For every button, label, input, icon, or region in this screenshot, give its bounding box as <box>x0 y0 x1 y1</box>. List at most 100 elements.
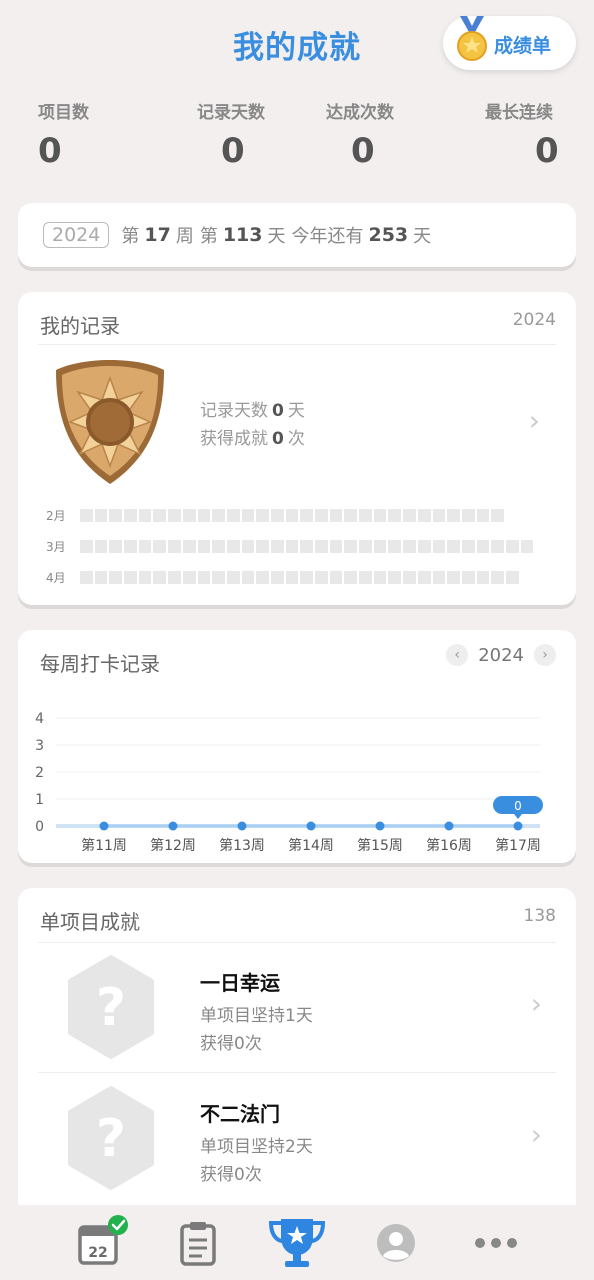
day-cell <box>182 539 196 553</box>
x-tick-label: 第14周 <box>288 837 334 854</box>
tab-clipboard[interactable] <box>170 1205 226 1280</box>
data-point <box>444 821 454 831</box>
y-tick-label: 1 <box>35 792 44 808</box>
achievement-item[interactable]: ? 不二法门 单项目坚持2天 获得0次 › <box>38 1074 556 1204</box>
day-cell <box>80 570 93 584</box>
chevron-right-icon[interactable]: › <box>531 1118 542 1151</box>
day-cell <box>359 508 372 522</box>
day-cell <box>212 539 225 553</box>
stat-label: 最长连续 <box>485 103 553 123</box>
day-grid <box>80 539 534 553</box>
report-card-button[interactable]: 成绩单 <box>443 16 576 70</box>
day-cell <box>315 570 328 584</box>
day-cell <box>417 570 431 584</box>
day-cell <box>241 570 255 584</box>
achievement-count: 138 <box>523 906 556 926</box>
day-cell <box>403 508 416 522</box>
data-point <box>306 821 316 831</box>
remain-number: 253 <box>368 224 409 246</box>
svg-text:?: ? <box>96 978 126 1038</box>
day-cell <box>315 508 328 522</box>
day-cell <box>373 539 387 553</box>
chevron-right-icon[interactable]: › <box>529 404 540 437</box>
day-cell <box>124 570 137 584</box>
stat-label: 记录天数 <box>197 103 265 123</box>
day-cell <box>432 570 446 584</box>
day-grid <box>80 508 504 522</box>
day-cell <box>359 539 372 553</box>
day-cell <box>270 570 284 584</box>
day-cell <box>138 539 152 553</box>
day-cell <box>94 508 108 522</box>
tab-profile[interactable] <box>368 1205 424 1280</box>
day-cell <box>491 508 504 522</box>
value-bubble-label: 0 <box>514 799 522 813</box>
data-point <box>168 821 178 831</box>
day-cell <box>505 570 519 584</box>
day-cell <box>138 570 152 584</box>
report-card-label: 成绩单 <box>494 35 552 57</box>
day-cell <box>476 570 490 584</box>
day-cell <box>212 570 225 584</box>
stat-label: 项目数 <box>38 103 89 123</box>
day-cell <box>124 508 137 522</box>
month-label: 2月 <box>46 508 66 523</box>
week-number: 17 <box>144 224 171 246</box>
data-point <box>513 821 523 831</box>
achievement-desc: 单项目坚持2天 <box>200 1137 313 1157</box>
divider <box>38 1072 556 1073</box>
day-cell <box>153 539 167 553</box>
day-cell <box>197 508 211 522</box>
month-row-feb: 2月 <box>46 508 504 523</box>
card-title: 我的记录 <box>40 314 120 338</box>
tab-achievements[interactable] <box>265 1205 329 1280</box>
day-info-card: 2024 第 17 周 第 113 天 今年还有 253 天 <box>18 203 576 267</box>
calendar-day: 22 <box>88 1245 107 1261</box>
day-cell <box>168 508 181 522</box>
day-cell <box>388 570 402 584</box>
record-ach-line: 获得成就 0 次 <box>200 425 305 453</box>
day-cell <box>168 539 181 553</box>
tab-more[interactable] <box>468 1205 524 1280</box>
y-tick-label: 4 <box>35 711 44 727</box>
day-number: 113 <box>222 224 263 246</box>
record-ach-unit: 次 <box>287 429 305 449</box>
day-cell <box>80 508 93 522</box>
day-suffix: 天 <box>267 226 286 247</box>
data-point <box>375 821 385 831</box>
my-record-card[interactable]: 我的记录 2024 记录天数 0 天 获得成就 0 次 › 2月 3月 4月 <box>18 292 576 605</box>
card-title: 单项目成就 <box>40 910 140 934</box>
day-cell <box>329 508 343 522</box>
weekly-record-card: 每周打卡记录 ‹ 2024 › 0 1 2 3 4 第11周 第12周 第13周 第14周 第15… <box>18 630 576 863</box>
avatar-icon <box>377 1223 415 1262</box>
x-tick-label: 第16周 <box>426 837 472 854</box>
day-prefix: 第 <box>199 226 218 247</box>
day-cell <box>300 539 313 553</box>
day-cell <box>461 539 475 553</box>
day-cell <box>403 539 416 553</box>
record-days-unit: 天 <box>287 401 305 421</box>
locked-badge-icon: ? <box>68 1086 154 1190</box>
locked-badge-icon: ? <box>68 955 154 1059</box>
month-row-apr: 4月 <box>46 570 519 585</box>
day-cell <box>226 570 240 584</box>
month-row-mar: 3月 <box>46 539 534 554</box>
month-label: 3月 <box>46 539 66 554</box>
day-cell <box>388 539 402 553</box>
day-grid <box>80 570 519 584</box>
day-cell <box>461 508 475 522</box>
day-cell <box>182 570 196 584</box>
stat-value: 0 <box>38 131 62 171</box>
chevron-right-icon[interactable]: › <box>531 987 542 1020</box>
y-tick-label: 3 <box>35 738 44 754</box>
data-point <box>99 821 109 831</box>
x-tick-label: 第11周 <box>81 837 127 854</box>
data-point <box>237 821 247 831</box>
achievement-name: 一日幸运 <box>200 971 280 995</box>
day-cell <box>403 570 416 584</box>
x-tick-label: 第12周 <box>150 837 196 854</box>
tab-calendar[interactable]: 22 <box>68 1205 130 1280</box>
stat-label: 达成次数 <box>326 103 394 123</box>
day-cell <box>197 570 211 584</box>
achievement-item[interactable]: ? 一日幸运 单项目坚持1天 获得0次 › <box>38 943 556 1073</box>
